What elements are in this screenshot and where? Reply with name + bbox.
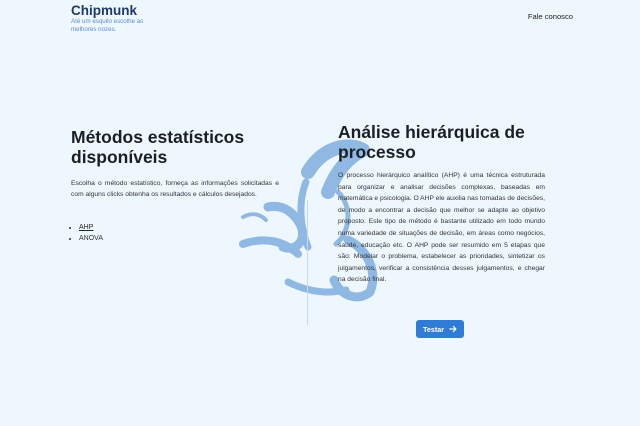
methods-list: AHP ANOVA: [71, 222, 103, 244]
section-divider: [307, 200, 308, 325]
list-item: AHP: [79, 222, 103, 233]
test-button-label: Testar: [422, 324, 445, 334]
brand-logo[interactable]: Chipmunk Até um esquilo escolhe as melho…: [71, 3, 151, 33]
ahp-description: O processo hierárquico analítico (AHP) é…: [338, 172, 545, 284]
brand-name: Chipmunk: [71, 3, 137, 18]
test-button[interactable]: Testar: [416, 320, 464, 338]
contact-link[interactable]: Fale conosco: [528, 12, 573, 21]
method-link-ahp[interactable]: AHP: [79, 224, 93, 231]
methods-title: Métodos estatísticos disponíveis: [71, 127, 245, 167]
list-item: ANOVA: [79, 233, 103, 244]
brand-tagline: Até um esquilo escolhe as melhores nozes…: [71, 18, 144, 33]
arrow-right-icon: [449, 325, 457, 333]
methods-description: Escolha o método estatístico, forneça as…: [71, 180, 279, 198]
ahp-title: Análise hierárquica de processo: [338, 122, 525, 162]
